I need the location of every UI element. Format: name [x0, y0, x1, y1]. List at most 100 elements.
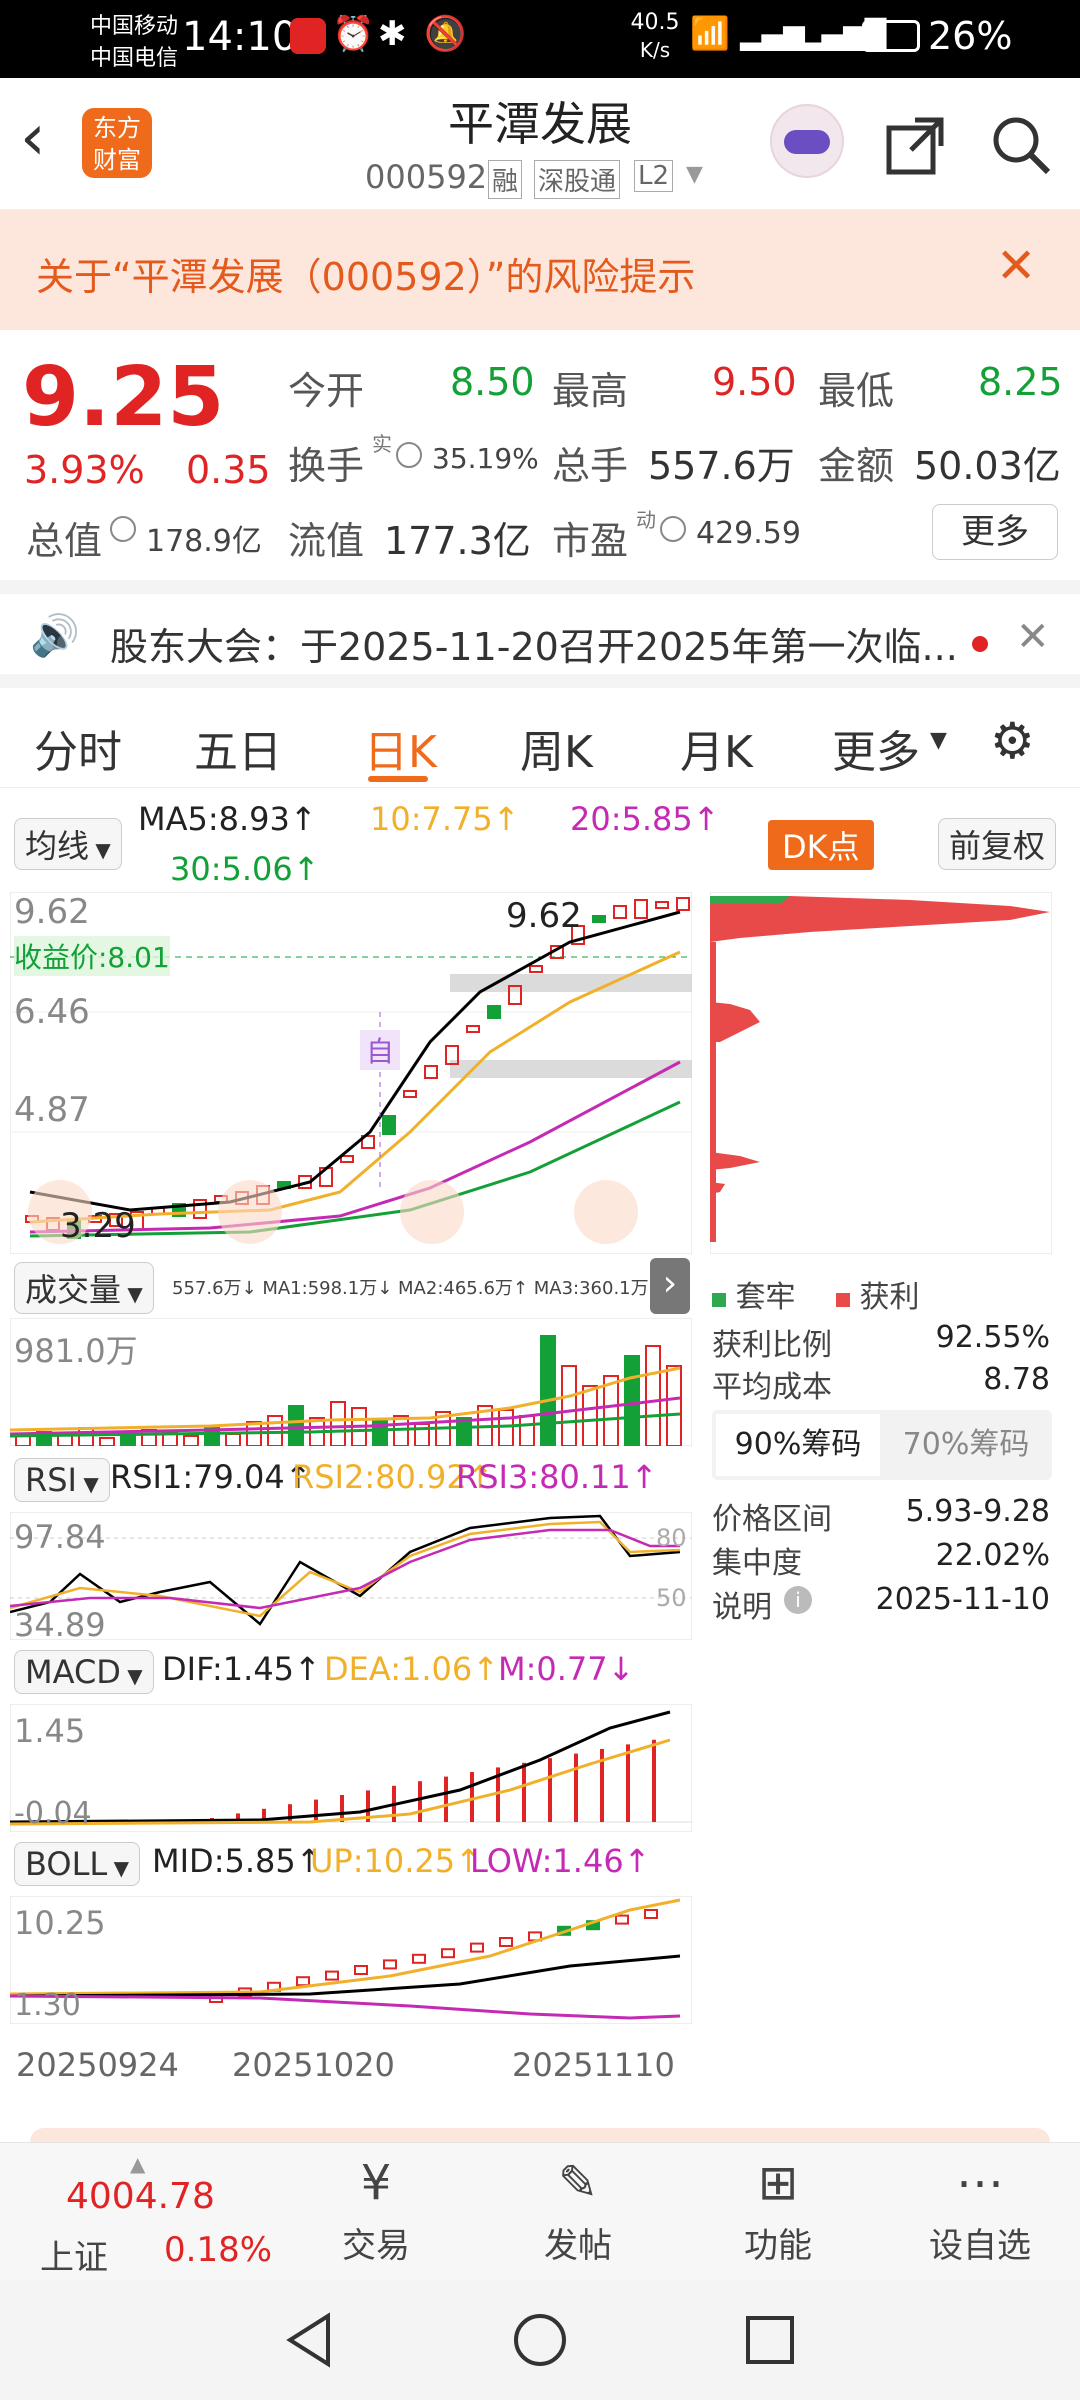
expand-indicator-icon[interactable]: › — [650, 1258, 690, 1314]
float-label: 流值 — [288, 519, 365, 563]
tag-connect: 深股通 — [534, 160, 621, 199]
volume-info: 557.6万↓ MA1:598.1万↓ MA2:465.6万↑ MA3:360.… — [172, 1278, 652, 1299]
tab-daily-k[interactable]: 日K — [364, 716, 437, 780]
indicator-select-boll[interactable]: BOLL ▼ — [14, 1842, 140, 1886]
back-triangle-icon[interactable] — [284, 2312, 334, 2368]
close-icon[interactable]: ✕ — [1016, 614, 1050, 660]
unread-dot — [972, 636, 988, 652]
mcap-value: 178.9亿 — [146, 524, 262, 559]
open-label: 今开 — [288, 369, 365, 413]
ma30-label: 30:5.06↑ — [170, 850, 320, 888]
boll-low-label: LOW:1.46↑ — [470, 1842, 651, 1880]
change-amount: 0.35 — [186, 448, 271, 492]
nav-add-watchlist-label: 设自选 — [929, 2226, 1031, 2266]
macd-bar — [470, 1772, 474, 1822]
dk-point-button[interactable]: DK点 — [768, 820, 874, 870]
tab-intraday[interactable]: 分时 — [34, 716, 122, 780]
rsi3-label: RSI3:80.11↑ — [456, 1458, 658, 1496]
chart-tabs: 分时 五日 日K 周K 月K 更多 ▼ ⚙ — [0, 688, 1080, 788]
info-icon[interactable] — [396, 442, 422, 468]
nav-trade[interactable]: ¥ 交易 — [316, 2148, 436, 2267]
profit-ratio-label: 获利比例 — [712, 1328, 832, 1363]
search-icon[interactable] — [990, 114, 1054, 178]
tab-weekly-k[interactable]: 周K — [520, 716, 593, 780]
mcap-label: 总值 — [26, 519, 103, 563]
nav-trade-label: 交易 — [342, 2226, 410, 2266]
chevron-down-icon: ▼ — [930, 728, 947, 753]
rsi1-label: RSI1:79.04↑ — [110, 1458, 312, 1496]
notice-bar[interactable]: 🔊 股东大会：于2025-11-20召开2025年第一次临... ✕ — [0, 580, 1080, 688]
note-label: 说明 — [712, 1590, 772, 1625]
macd-ymin: -0.04 — [14, 1796, 92, 1831]
tab-five-day[interactable]: 五日 — [194, 716, 282, 780]
net-speed: 40.5 — [630, 10, 680, 35]
nav-post[interactable]: ✎ 发帖 — [518, 2148, 638, 2267]
grid-icon: ⊞ — [757, 2155, 799, 2211]
index-name[interactable]: 上证 — [40, 2230, 108, 2279]
nav-functions[interactable]: ⊞ 功能 — [718, 2148, 838, 2267]
tag-l2: L2 — [634, 160, 674, 192]
zoom-in-icon[interactable] — [400, 1180, 464, 1244]
home-circle-icon[interactable] — [512, 2312, 568, 2368]
rsi-select-label: RSI — [25, 1461, 77, 1499]
tab-90-chips[interactable]: 90%筹码 — [716, 1414, 880, 1476]
close-icon[interactable]: ✕ — [996, 238, 1036, 294]
battery-icon — [862, 20, 920, 52]
carrier-2: 中国电信 — [90, 46, 179, 71]
ma-select[interactable]: 均线 ▼ — [14, 818, 122, 870]
tab-more[interactable]: 更多 — [832, 716, 920, 780]
stock-code: 000592 — [365, 158, 488, 196]
boll-mid-label: MID:5.85↑ — [152, 1842, 323, 1880]
assistant-avatar-icon[interactable] — [770, 104, 844, 178]
tab-monthly-k[interactable]: 月K — [680, 716, 753, 780]
zoom-out-icon[interactable] — [218, 1180, 282, 1244]
date-start: 20250924 — [16, 2046, 179, 2084]
promo-strip — [30, 2128, 1050, 2142]
chevron-down-icon[interactable]: ▼ — [686, 162, 703, 187]
indicator-select-volume[interactable]: 成交量 ▼ — [14, 1262, 154, 1314]
info-icon[interactable] — [110, 516, 136, 542]
pe-label: 市盈 — [552, 519, 629, 563]
date-end: 20251110 — [512, 2046, 675, 2084]
edit-icon: ✎ — [557, 2155, 599, 2211]
nav-post-label: 发帖 — [544, 2226, 612, 2266]
chip-legend-profit-label: 获利 — [859, 1280, 920, 1315]
kline-ymax: 9.62 — [14, 892, 90, 932]
macd-dea-label: DEA:1.06↑ — [324, 1650, 500, 1688]
profit-ratio-value: 92.55% — [935, 1320, 1050, 1355]
rsi-ymax: 97.84 — [14, 1518, 106, 1556]
ma10-label: 10:7.75↑ — [370, 800, 520, 838]
nav-functions-label: 功能 — [744, 2226, 812, 2266]
indicator-select-macd[interactable]: MACD ▼ — [14, 1650, 154, 1694]
adjust-select[interactable]: 前复权 — [938, 818, 1057, 870]
tag-margin: 融 — [488, 160, 523, 199]
kline-high-mark: 9.62 — [506, 896, 582, 936]
speaker-icon: 🔊 — [30, 613, 80, 659]
indicator-select-rsi[interactable]: RSI ▼ — [14, 1458, 110, 1502]
tab-70-chips[interactable]: 70%筹码 — [884, 1414, 1048, 1476]
prev-icon[interactable] — [574, 1180, 638, 1244]
concentration-label: 集中度 — [712, 1546, 802, 1581]
risk-banner[interactable]: 关于“平潭发展（000592）”的风险提示 ✕ — [0, 210, 1080, 330]
chevron-up-icon[interactable]: ▲ — [130, 2152, 145, 2176]
risk-text[interactable]: 关于“平潭发展（000592）”的风险提示 — [36, 246, 695, 301]
info-icon[interactable]: i — [784, 1586, 812, 1614]
share-icon[interactable] — [885, 114, 947, 176]
chip-legend-profit: 获利 — [836, 1272, 920, 1316]
signal-4g-icon: ▂▄▆ — [740, 18, 805, 51]
amount-value: 50.03亿 — [914, 444, 1061, 488]
auto-marker: 自 — [360, 1030, 401, 1070]
kline-y2: 6.46 — [14, 992, 90, 1032]
date-mid: 20251020 — [232, 2046, 395, 2084]
gear-icon[interactable]: ⚙ — [990, 712, 1035, 770]
more-button[interactable]: 更多 — [932, 504, 1058, 560]
info-icon[interactable] — [660, 516, 686, 542]
macd-select-label: MACD — [25, 1653, 121, 1691]
index-percent[interactable]: 0.18% — [164, 2230, 272, 2270]
notice-text[interactable]: 股东大会：于2025-11-20召开2025年第一次临... — [110, 616, 958, 671]
recents-square-icon[interactable] — [744, 2314, 796, 2366]
macd-bar — [288, 1804, 292, 1822]
nav-add-watchlist[interactable]: ⋯ 设自选 — [920, 2148, 1040, 2267]
float-value: 177.3亿 — [384, 519, 531, 563]
index-value[interactable]: 4004.78 — [66, 2176, 215, 2217]
